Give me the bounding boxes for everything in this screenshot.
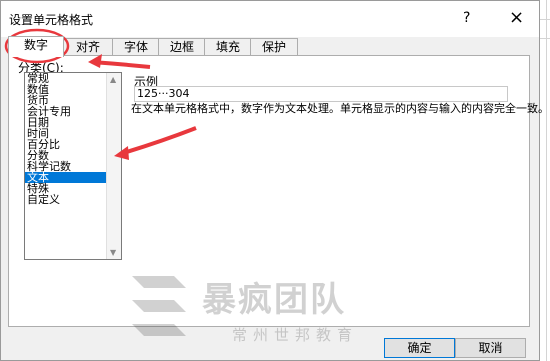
tab-border[interactable]: 边框 xyxy=(158,38,206,56)
title-bar: 设置单元格格式 ? × xyxy=(1,1,539,37)
tab-number[interactable]: 数字 xyxy=(8,36,64,57)
tab-strip: 数字 对齐 字体 边框 填充 保护 xyxy=(8,36,530,57)
scroll-down-icon[interactable]: ▼ xyxy=(110,248,116,257)
cancel-button[interactable]: 取消 xyxy=(455,338,526,358)
format-description: 在文本单元格格式中，数字作为文本处理。单元格显示的内容与输入的内容完全一致。 xyxy=(131,102,549,115)
tab-fill[interactable]: 填充 xyxy=(204,38,252,56)
help-button[interactable]: ? xyxy=(463,10,470,26)
category-scrollbar[interactable]: ▲ ▼ xyxy=(106,73,121,259)
scroll-up-icon[interactable]: ▲ xyxy=(110,75,116,84)
watermark-logo-icon xyxy=(132,276,186,336)
dialog-title: 设置单元格格式 xyxy=(9,13,94,27)
ok-button[interactable]: 确定 xyxy=(384,338,455,358)
category-listbox[interactable]: 常规 数值 货币 会计专用 日期 时间 百分比 分数 科学记数 文本 特殊 自定… xyxy=(24,72,122,260)
watermark: 暴疯团队 常州世邦教育 xyxy=(124,268,394,358)
tab-protection[interactable]: 保护 xyxy=(250,38,298,56)
close-button[interactable]: × xyxy=(509,7,524,28)
watermark-name: 暴疯团队 xyxy=(202,280,346,320)
tab-font[interactable]: 字体 xyxy=(112,38,160,56)
tab-alignment[interactable]: 对齐 xyxy=(62,38,114,56)
watermark-subtitle: 常州世邦教育 xyxy=(232,326,359,344)
